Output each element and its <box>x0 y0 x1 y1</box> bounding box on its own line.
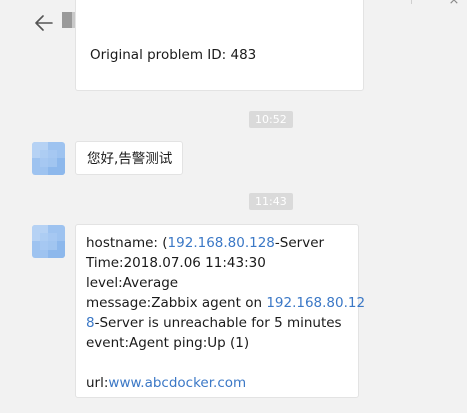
timestamp-badge: 11:43 <box>249 193 293 210</box>
hostname-ip-link[interactable]: 192.168.80.128 <box>168 235 275 251</box>
alert-message-line-2: 8-Server is unreachable for 5 minutes <box>86 315 342 331</box>
alert-message-line: message:Zabbix agent on 192.168.80.12 <box>86 295 366 311</box>
message-ip-link[interactable]: 192.168.80.12 <box>266 295 365 311</box>
header-divider <box>411 0 412 4</box>
timestamp-badge: 10:52 <box>249 111 293 128</box>
alert-event-line: event:Agent ping:Up (1) <box>86 335 250 351</box>
message-text: 您好,告警测试 <box>87 151 173 167</box>
alert-url-line: url:www.abcdocker.com <box>86 375 247 391</box>
alert-hostname-line: hostname: (192.168.80.128-Server <box>86 235 325 251</box>
message-bubble-problem-id: Original problem ID: 483 <box>75 0 364 91</box>
back-button[interactable] <box>30 11 58 39</box>
avatar[interactable] <box>32 225 65 258</box>
arrow-left-icon <box>35 15 53 35</box>
avatar[interactable] <box>32 142 65 175</box>
message-ip-link-cont[interactable]: 8 <box>86 315 95 331</box>
alert-level-line: level:Average <box>86 275 179 291</box>
message-bubble-greeting: 您好,告警测试 <box>75 141 183 175</box>
alert-time-line: Time:2018.07.06 11:43:30 <box>86 255 266 271</box>
close-icon[interactable]: × <box>447 0 461 8</box>
message-bubble-zabbix-alert: hostname: (192.168.80.128-Server Time:20… <box>75 224 366 398</box>
message-text: Original problem ID: 483 <box>90 47 257 63</box>
url-link[interactable]: www.abcdocker.com <box>108 375 246 391</box>
